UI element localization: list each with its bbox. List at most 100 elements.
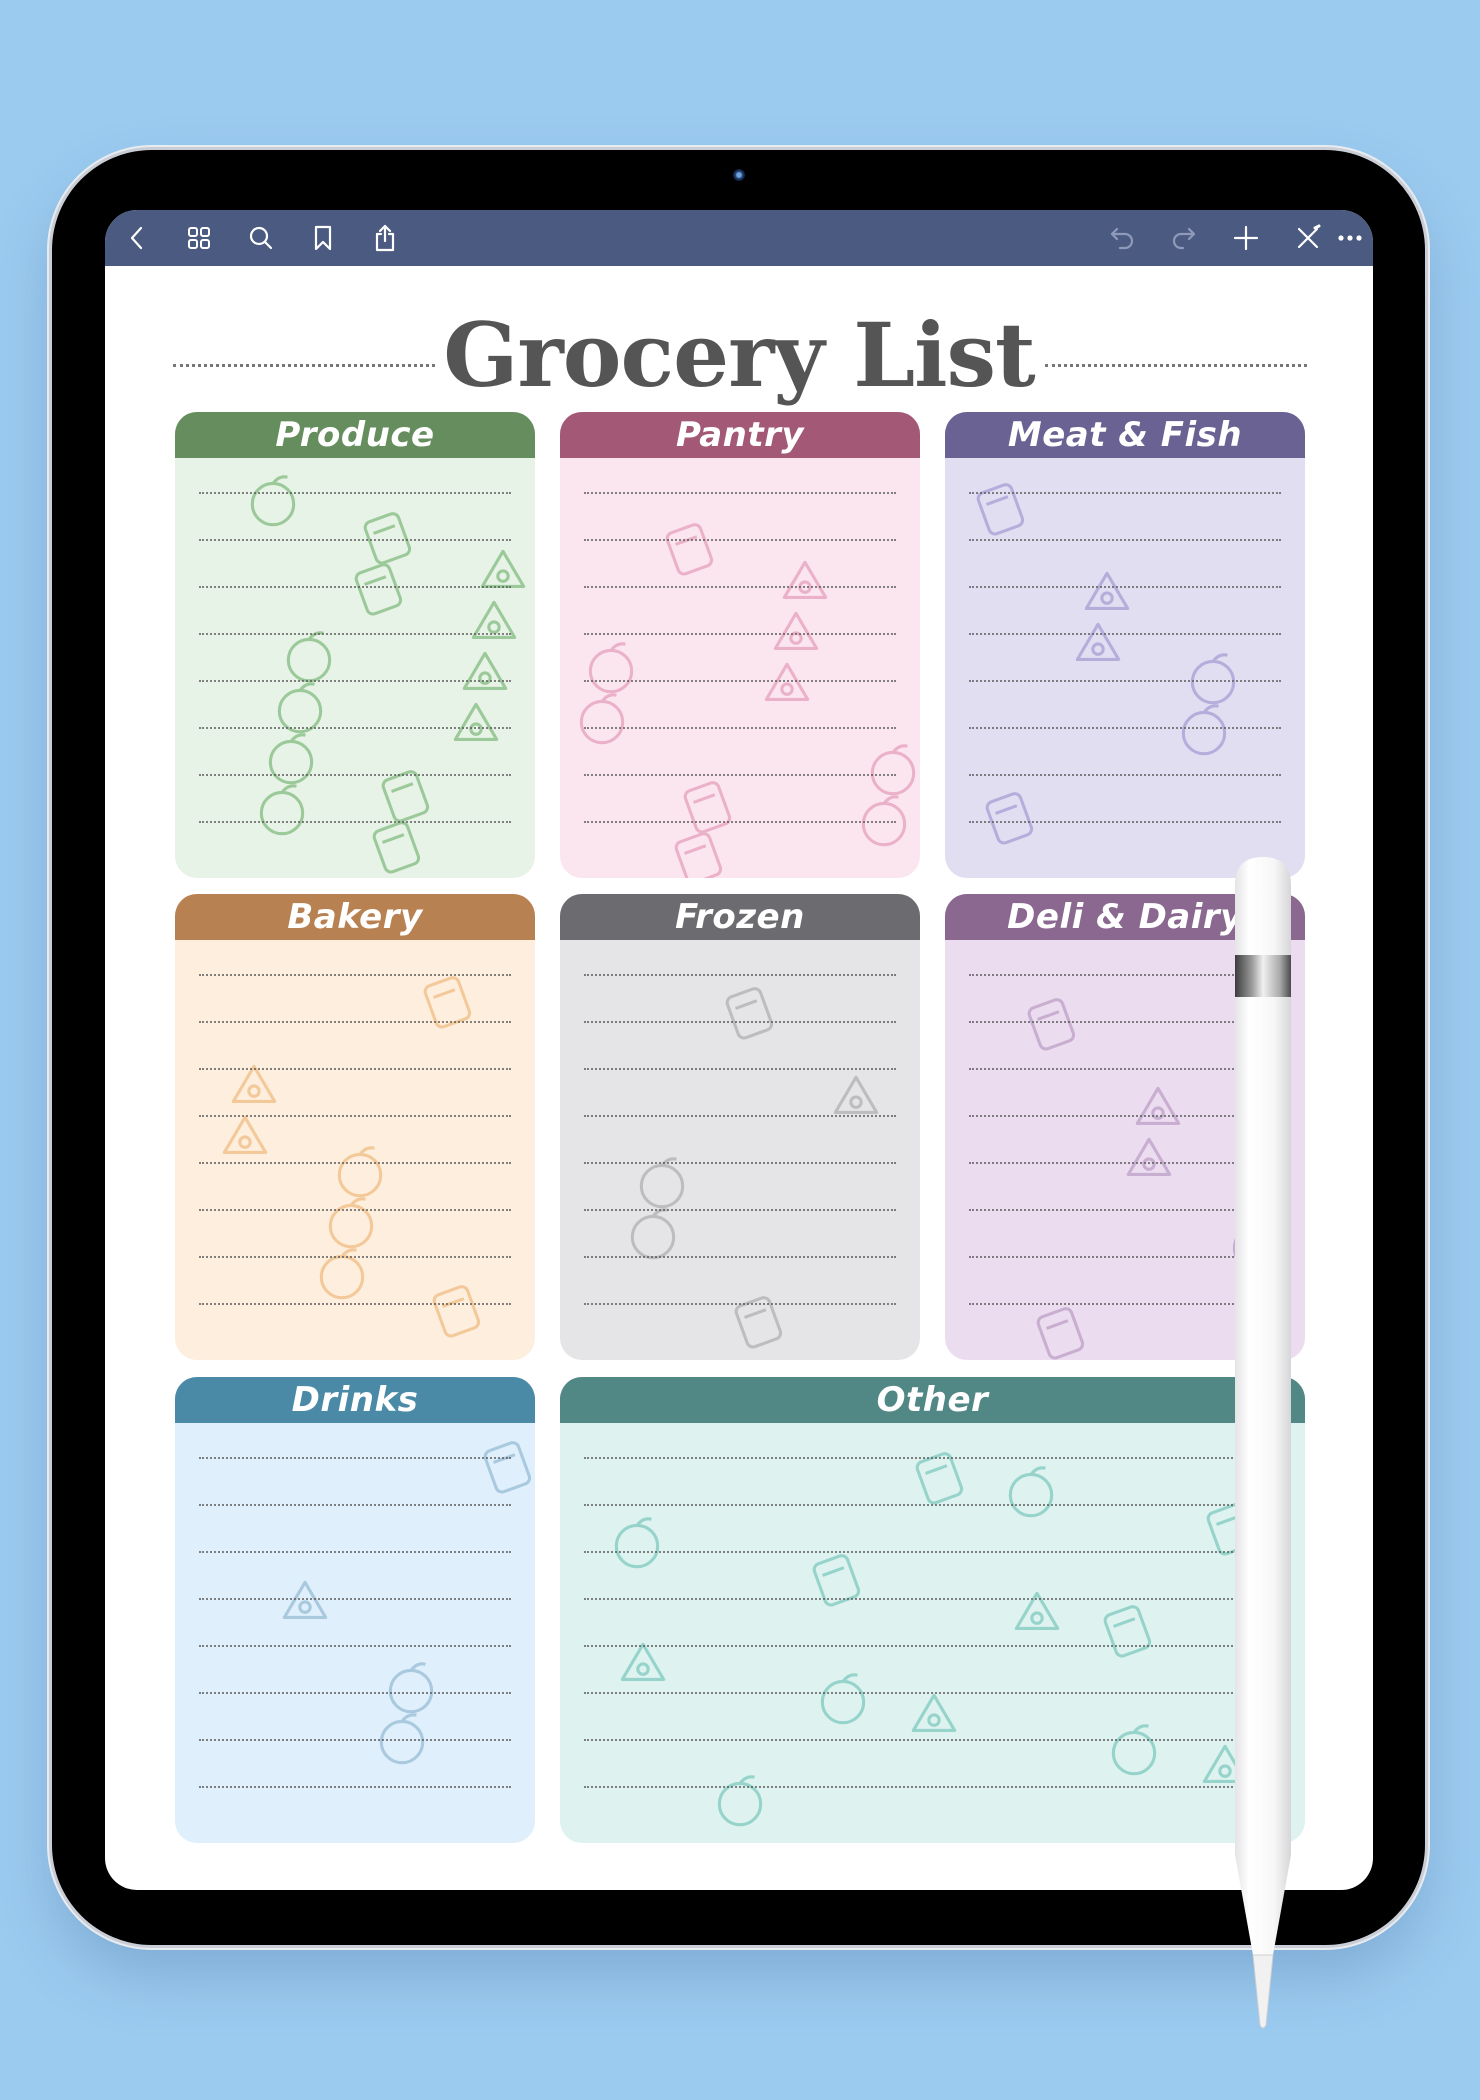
list-entry-line[interactable] <box>199 1786 511 1788</box>
list-entry-line[interactable] <box>584 492 896 494</box>
share-icon <box>375 224 395 252</box>
list-entry-line[interactable] <box>969 586 1281 588</box>
list-entry-line[interactable] <box>584 539 896 541</box>
list-entry-line[interactable] <box>199 821 511 823</box>
list-entry-line[interactable] <box>199 633 511 635</box>
section-card-drinks: Drinks <box>175 1377 535 1843</box>
list-entry-line[interactable] <box>969 727 1281 729</box>
title-divider-right <box>1045 364 1307 367</box>
list-entry-line[interactable] <box>584 1645 1281 1647</box>
list-entry-line[interactable] <box>199 1457 511 1459</box>
section-card-frozen: Frozen <box>560 894 920 1360</box>
pen-toggle-button[interactable] <box>1288 218 1328 258</box>
list-entry-line[interactable] <box>584 1303 896 1305</box>
list-entry-line[interactable] <box>584 1256 896 1258</box>
bookmark-icon <box>314 225 332 251</box>
toothpaste-icon <box>717 1775 763 1827</box>
section-card-bakery: Bakery <box>175 894 535 1360</box>
list-entry-line[interactable] <box>584 1598 1281 1600</box>
list-entry-line[interactable] <box>969 821 1281 823</box>
list-entry-line[interactable] <box>199 1021 511 1023</box>
list-entry-line[interactable] <box>584 680 896 682</box>
list-entry-line[interactable] <box>199 774 511 776</box>
camera-icon <box>733 169 745 181</box>
section-card-other: Other <box>560 1377 1305 1843</box>
ice-cream-icon <box>833 1075 879 1115</box>
list-entry-line[interactable] <box>584 727 896 729</box>
list-entry-line[interactable] <box>199 1256 511 1258</box>
top-toolbar <box>105 210 1373 266</box>
undo-icon <box>1110 227 1134 250</box>
lollipop-icon <box>1111 1724 1157 1776</box>
muffin-icon <box>1036 1307 1085 1360</box>
more-icon <box>1338 235 1362 241</box>
list-entry-line[interactable] <box>199 586 511 588</box>
list-entry-line[interactable] <box>584 586 896 588</box>
list-entry-line[interactable] <box>199 1551 511 1553</box>
list-entry-line[interactable] <box>584 974 896 976</box>
list-entry-line[interactable] <box>584 1115 896 1117</box>
section-body <box>560 1423 1305 1843</box>
section-body <box>175 458 535 878</box>
section-header: Bakery <box>175 894 535 940</box>
list-entry-line[interactable] <box>584 821 896 823</box>
fish-icon <box>985 792 1034 845</box>
section-card-produce: Produce <box>175 412 535 878</box>
list-entry-line[interactable] <box>199 1303 511 1305</box>
redo-button[interactable] <box>1164 218 1204 258</box>
list-entry-line[interactable] <box>199 1739 511 1741</box>
list-entry-line[interactable] <box>584 1786 1281 1788</box>
thumbnails-button[interactable] <box>179 218 219 258</box>
eggplant-icon <box>259 784 305 836</box>
list-entry-line[interactable] <box>584 1551 1281 1553</box>
section-header: Frozen <box>560 894 920 940</box>
list-entry-line[interactable] <box>584 1692 1281 1694</box>
list-entry-line[interactable] <box>199 1645 511 1647</box>
list-entry-line[interactable] <box>584 1021 896 1023</box>
list-entry-line[interactable] <box>969 680 1281 682</box>
section-header: Pantry <box>560 412 920 458</box>
undo-button[interactable] <box>1102 218 1142 258</box>
list-entry-line[interactable] <box>199 492 511 494</box>
list-entry-line[interactable] <box>199 680 511 682</box>
list-entry-line[interactable] <box>199 1068 511 1070</box>
stylus-pencil <box>1235 857 1291 2029</box>
grid-icon <box>188 227 210 249</box>
pencil-body <box>1235 857 1291 1955</box>
list-entry-line[interactable] <box>199 539 511 541</box>
list-entry-line[interactable] <box>199 727 511 729</box>
wine-bottle-icon <box>483 1441 532 1494</box>
list-entry-line[interactable] <box>584 1209 896 1211</box>
list-entry-line[interactable] <box>969 539 1281 541</box>
list-entry-line[interactable] <box>199 1692 511 1694</box>
list-entry-line[interactable] <box>584 633 896 635</box>
pen-off-icon <box>1297 224 1321 249</box>
pizza-icon <box>911 1693 957 1733</box>
list-entry-line[interactable] <box>199 974 511 976</box>
list-entry-line[interactable] <box>584 1504 1281 1506</box>
coffee-bean-icon <box>764 662 810 702</box>
list-entry-line[interactable] <box>969 633 1281 635</box>
list-entry-line[interactable] <box>199 1598 511 1600</box>
share-button[interactable] <box>365 218 405 258</box>
add-page-button[interactable] <box>1226 218 1266 258</box>
list-entry-line[interactable] <box>969 492 1281 494</box>
list-entry-line[interactable] <box>969 774 1281 776</box>
list-entry-line[interactable] <box>199 1504 511 1506</box>
list-entry-line[interactable] <box>199 1209 511 1211</box>
more-button[interactable] <box>1330 218 1370 258</box>
redo-icon <box>1172 227 1196 250</box>
back-button[interactable] <box>117 218 157 258</box>
list-entry-line[interactable] <box>584 1739 1281 1741</box>
list-entry-line[interactable] <box>584 1162 896 1164</box>
section-body <box>945 458 1305 878</box>
list-entry-line[interactable] <box>584 774 896 776</box>
section-card-pantry: Pantry <box>560 412 920 878</box>
list-entry-line[interactable] <box>584 1457 1281 1459</box>
list-entry-line[interactable] <box>199 1115 511 1117</box>
list-entry-line[interactable] <box>584 1068 896 1070</box>
search-button[interactable] <box>241 218 281 258</box>
list-entry-line[interactable] <box>199 1162 511 1164</box>
bookmark-button[interactable] <box>303 218 343 258</box>
search-icon <box>249 226 273 250</box>
